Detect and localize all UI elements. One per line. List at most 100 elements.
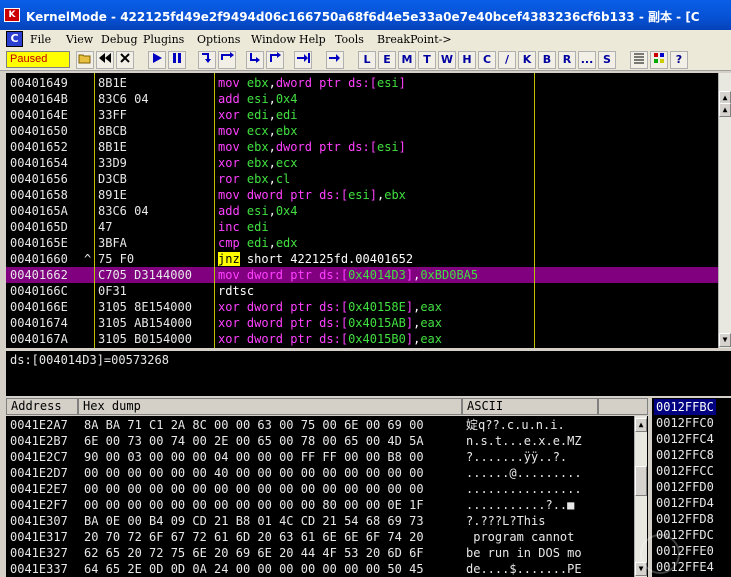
asm-token: eax	[420, 316, 443, 330]
disasm-row[interactable]: 00401650 8BCB mov ecx,ebx	[6, 123, 718, 139]
dump-header-hex[interactable]: Hex dump	[78, 398, 462, 415]
disassembly-pane[interactable]: 00401649 8B1E mov ebx,dword ptr ds:[esi] 00…	[6, 73, 718, 348]
run-icon[interactable]	[148, 51, 166, 69]
dump-hex: 8A BA 71 C1 2A 8C 00 00 63 00 75 00 6E 0…	[84, 418, 424, 432]
disasm-row[interactable]: 00401654 33D9 xor ebx,ecx	[6, 155, 718, 171]
stack-row[interactable]: 0012FFCC	[656, 463, 714, 479]
step-into-icon[interactable]	[198, 51, 216, 69]
dump-row[interactable]: 0041E337 64 65 2E 0D 0D 0A 24 00 00 00 00…	[6, 561, 648, 577]
dump-row[interactable]: 0041E327 62 65 20 72 75 6E 20 69 6E 20 44…	[6, 545, 648, 561]
asm-token: dword ptr ds:[	[246, 300, 349, 314]
threads-button[interactable]: T	[418, 51, 436, 69]
call-stack-button[interactable]: K	[518, 51, 536, 69]
patches-button[interactable]: /	[498, 51, 516, 69]
dump-row[interactable]: 0041E2C7 90 00 03 00 00 00 04 00 00 00 FF…	[6, 449, 648, 465]
disasm-row[interactable]: 0040165A 83C6 04 add esi,0x4	[6, 203, 718, 219]
instruction-address: 00401650	[10, 124, 68, 138]
step-over-icon[interactable]	[218, 51, 236, 69]
disasm-row[interactable]: 0040166E 3105 8E154000 xor dword ptr ds:[0…	[6, 299, 718, 315]
scroll-up-icon[interactable]: ▲	[635, 418, 647, 432]
disasm-row[interactable]: 00401652 8B1E mov ebx,dword ptr ds:[esi]	[6, 139, 718, 155]
dump-row[interactable]: 0041E2D7 00 00 00 00 00 00 40 00 00 00 00…	[6, 465, 648, 481]
dump-header-address[interactable]: Address	[6, 398, 78, 415]
dump-row[interactable]: 0041E2A7 8A BA 71 C1 2A 8C 00 00 63 00 75…	[6, 417, 648, 433]
disasm-row[interactable]: 00401656 D3CB ror ebx,cl	[6, 171, 718, 187]
disasm-row[interactable]: 0040166C 0F31 rdtsc	[6, 283, 718, 299]
stack-row[interactable]: 0012FFC4	[656, 431, 714, 447]
help-icon[interactable]: ?	[670, 51, 688, 69]
disassembly-scrollbar[interactable]: ▲ ▲ ▼	[718, 73, 731, 348]
grid-icon[interactable]	[650, 51, 668, 69]
dump-hex: 00 00 00 00 00 00 40 00 00 00 00 00 00 0…	[84, 466, 424, 480]
stack-row[interactable]: 0012FFD8	[656, 511, 714, 527]
dump-row[interactable]: 0041E307 BA 0E 00 B4 09 CD 21 B8 01 4C CD…	[6, 513, 648, 529]
instruction-address: 00401660	[10, 252, 68, 266]
stack-row[interactable]: 0012FFD0	[656, 479, 714, 495]
execute-till-return-icon[interactable]	[294, 51, 312, 69]
scroll-thumb[interactable]	[635, 466, 647, 496]
dump-ascii: be run in DOS mo	[466, 546, 582, 560]
dump-row[interactable]: 0041E2B7 6E 00 73 00 74 00 2E 00 65 00 78…	[6, 433, 648, 449]
asm-token: ,	[268, 92, 276, 106]
stack-row[interactable]: 0012FFC8	[656, 447, 714, 463]
dump-pane[interactable]: 0041E2A7 8A BA 71 C1 2A 8C 00 00 63 00 75…	[6, 416, 648, 577]
asm-token: ,	[268, 140, 276, 154]
dump-row[interactable]: 0041E2F7 00 00 00 00 00 00 00 00 00 00 00…	[6, 497, 648, 513]
menu-debug[interactable]: Debug	[101, 33, 138, 46]
instruction-bytes: 0F31	[98, 284, 127, 298]
stack-row[interactable]: 0012FFD4	[656, 495, 714, 511]
close-icon[interactable]	[116, 51, 134, 69]
cpu-window-button[interactable]: C	[6, 31, 23, 47]
disasm-row[interactable]: 0040165D 47 inc edi	[6, 219, 718, 235]
menu-help[interactable]: Help	[299, 33, 326, 46]
menu-view[interactable]: View	[66, 33, 93, 46]
dump-row[interactable]: 0041E2E7 00 00 00 00 00 00 00 00 00 00 00…	[6, 481, 648, 497]
disasm-row[interactable]: 00401658 891E mov dword ptr ds:[esi],ebx	[6, 187, 718, 203]
open-icon[interactable]	[76, 51, 94, 69]
disasm-row[interactable]: 0040164E 33FF xor edi,edi	[6, 107, 718, 123]
executable-modules-button[interactable]: E	[378, 51, 396, 69]
cpu-button[interactable]: C	[478, 51, 496, 69]
disasm-row[interactable]: 0040164B 83C6 04 add esi,0x4	[6, 91, 718, 107]
asm-token: eax	[420, 300, 443, 314]
disasm-row[interactable]: 0040167A 3105 B0154000 xor dword ptr ds:[0…	[6, 331, 718, 347]
windows-button[interactable]: W	[438, 51, 456, 69]
instruction-text: xor dword ptr ds:[0x40158E],eax	[218, 299, 442, 315]
menu-file[interactable]: File	[30, 33, 51, 46]
disasm-row[interactable]: 00401674 3105 AB154000 xor dword ptr ds:[0…	[6, 315, 718, 331]
asm-token: mov	[218, 76, 247, 90]
references-button[interactable]: R	[558, 51, 576, 69]
menu-plugins[interactable]: Plugins	[143, 33, 184, 46]
dump-header-ascii[interactable]: ASCII	[462, 398, 598, 415]
run-trace-button[interactable]: ...	[578, 51, 596, 69]
scroll-up-icon[interactable]: ▲	[719, 103, 731, 117]
source-button[interactable]: S	[598, 51, 616, 69]
trace-into-icon[interactable]	[246, 51, 264, 69]
asm-token: 0x4015B0	[348, 332, 406, 346]
dump-hex: 20 70 72 6F 67 72 61 6D 20 63 61 6E 6E 6…	[84, 530, 424, 544]
trace-over-icon[interactable]	[266, 51, 284, 69]
menu-window[interactable]: Window	[251, 33, 296, 46]
watermark-logo	[640, 534, 680, 574]
disasm-row[interactable]: 00401662 C705 D3144000 mov dword ptr ds:[0…	[6, 267, 718, 283]
instruction-bytes: 3105 8E154000	[98, 300, 192, 314]
handles-button[interactable]: H	[458, 51, 476, 69]
rewind-icon[interactable]	[96, 51, 114, 69]
menu-options[interactable]: Options	[197, 33, 240, 46]
instruction-text: mov dword ptr ds:[0x4014D3],0xBD0BA5	[218, 267, 478, 283]
list-icon[interactable]	[630, 51, 648, 69]
disasm-row[interactable]: 0040165E 3BFA cmp edi,edx	[6, 235, 718, 251]
memory-map-button[interactable]: M	[398, 51, 416, 69]
log-window-button[interactable]: L	[358, 51, 376, 69]
disasm-row[interactable]: 00401649 8B1E mov ebx,dword ptr ds:[esi]	[6, 75, 718, 91]
scroll-down-icon[interactable]: ▼	[719, 333, 731, 347]
menu-tools[interactable]: Tools	[335, 33, 364, 46]
breakpoints-button[interactable]: B	[538, 51, 556, 69]
disasm-row[interactable]: 00401660 ^ 75 F0 jnz short 422125fd.0040165…	[6, 251, 718, 267]
goto-icon[interactable]	[326, 51, 344, 69]
menu-breakpoint[interactable]: BreakPoint->	[377, 33, 452, 46]
stack-row[interactable]: 0012FFBC	[654, 399, 716, 415]
pause-icon[interactable]	[168, 51, 186, 69]
dump-row[interactable]: 0041E317 20 70 72 6F 67 72 61 6D 20 63 61…	[6, 529, 648, 545]
stack-row[interactable]: 0012FFC0	[656, 415, 714, 431]
